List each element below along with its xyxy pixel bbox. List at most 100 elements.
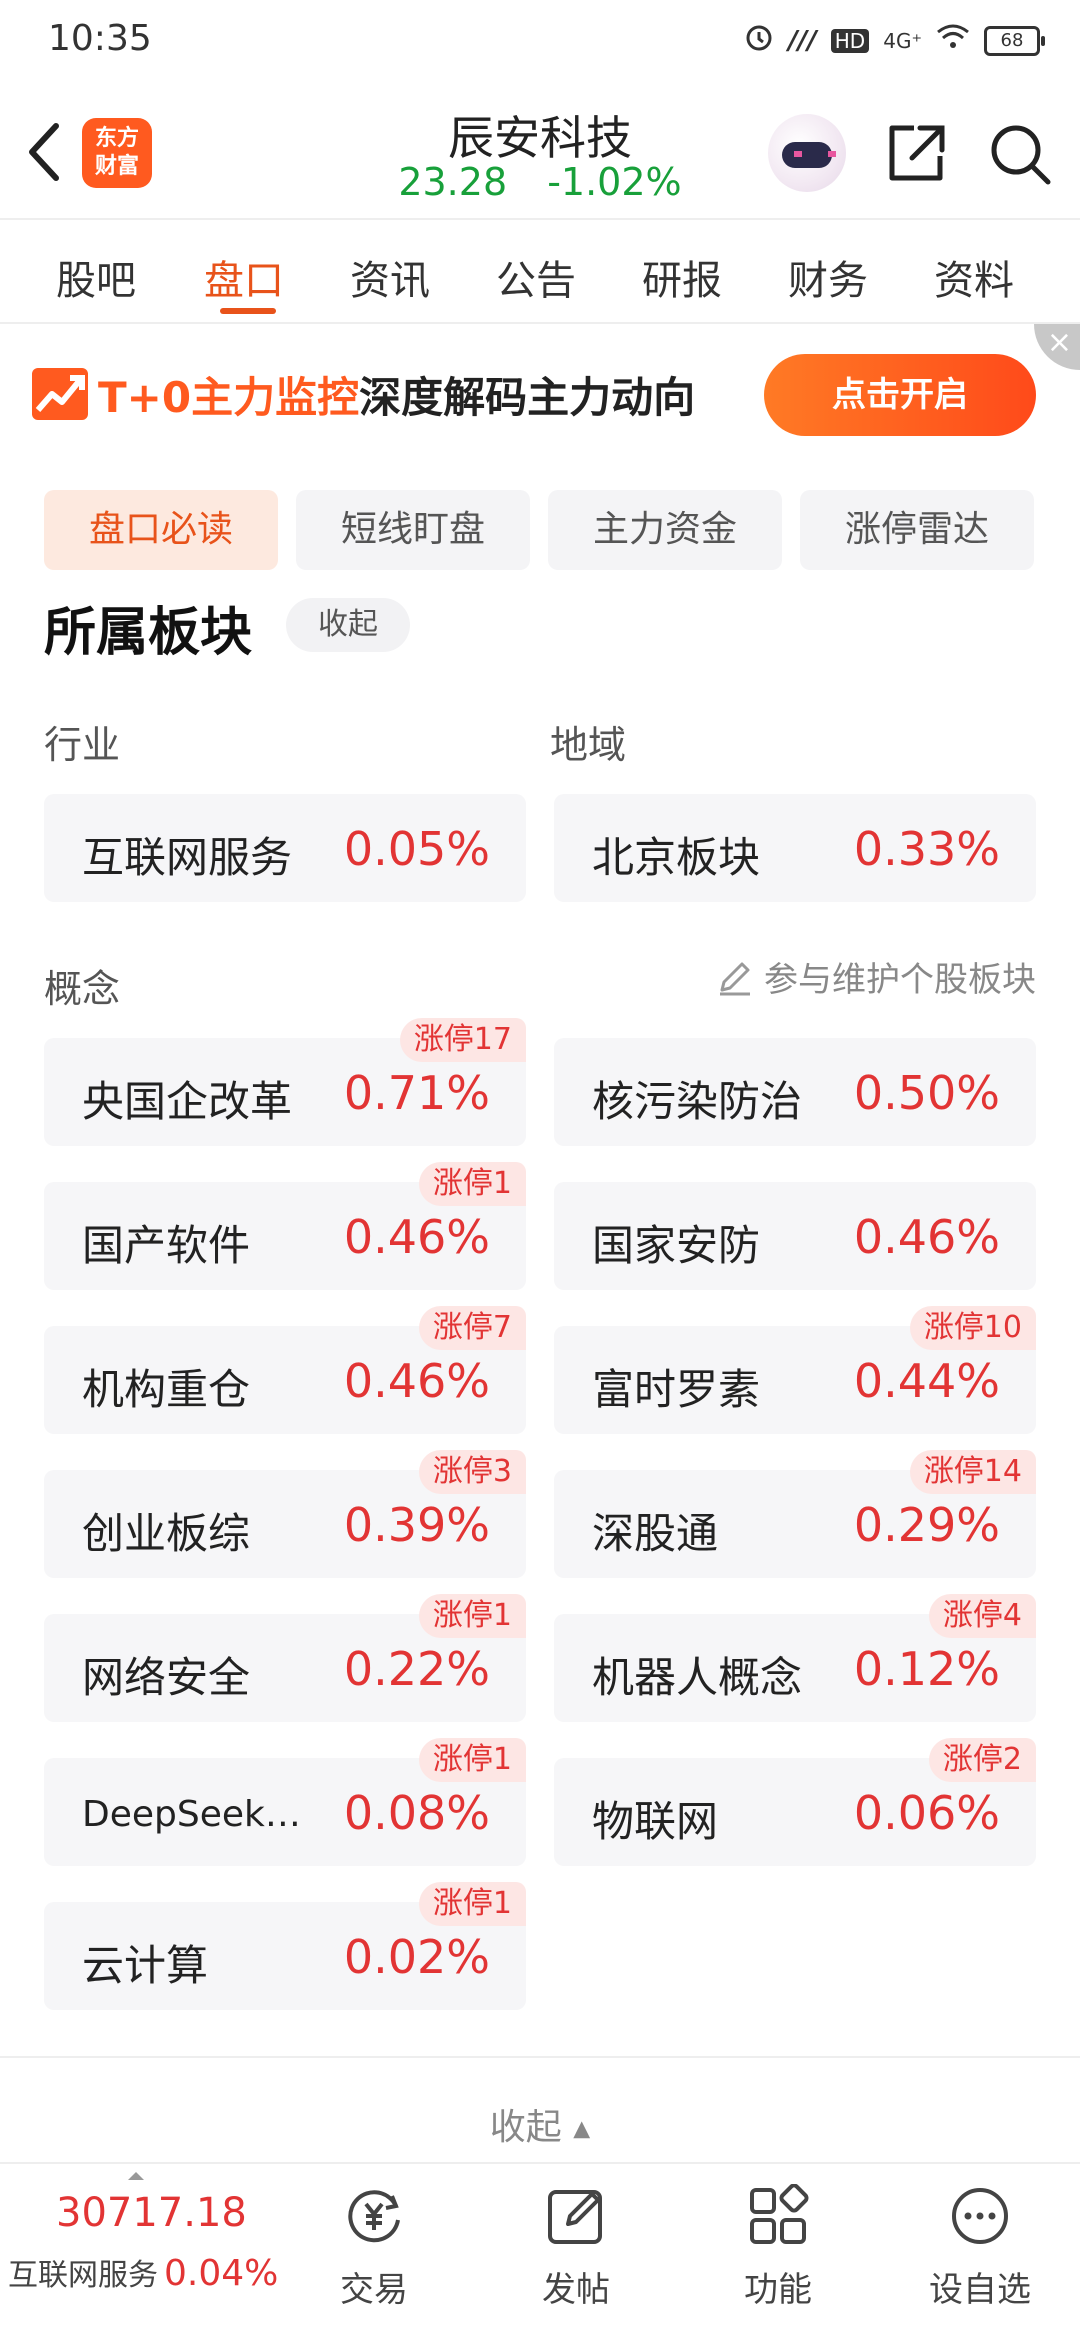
concept-card[interactable]: 涨停17 央国企改革 0.71% [44, 1018, 526, 1146]
card-pct: 0.50% [853, 1066, 1000, 1120]
card-pct: 0.44% [853, 1354, 1000, 1408]
card-name: 互联网服务 [82, 833, 293, 882]
industry-card[interactable]: 互联网服务 0.05% [44, 794, 526, 902]
signal-bars-icon: /// [788, 25, 817, 56]
ai-assistant-avatar[interactable] [768, 114, 846, 192]
concept-card[interactable]: 涨停1 DeepSeek… 0.08% [44, 1738, 526, 1866]
tab-research[interactable]: 研报 [642, 248, 722, 306]
banner-open-button[interactable]: 点击开启 [764, 354, 1036, 436]
main-tabs: 股吧 盘口 资讯 公告 研报 财务 资料 [0, 220, 1080, 324]
limit-up-badge: 涨停14 [909, 1450, 1036, 1494]
bottom-bar: 30717.18 互联网服务 0.04% 交易 发帖 功能 设自选 [0, 2162, 1080, 2340]
subtab-must-read[interactable]: 盘口必读 [44, 490, 278, 570]
stock-change-pct: -1.02% [547, 160, 682, 204]
collapse-bottom-button[interactable]: 收起 ▲ [0, 2098, 1080, 2150]
index-pct: 0.04% [164, 2253, 279, 2294]
card-name: 央国企改革 [82, 1077, 293, 1126]
region-card[interactable]: 北京板块 0.33% [554, 794, 1036, 902]
caret-up-icon: ▲ [573, 2116, 591, 2142]
tab-pankou[interactable]: 盘口 [204, 248, 284, 306]
card-pct: 0.71% [343, 1066, 490, 1120]
tab-announcements[interactable]: 公告 [496, 248, 576, 306]
card-name: 北京板块 [592, 833, 761, 882]
limit-up-badge: 涨停3 [418, 1450, 526, 1494]
subtab-short-term[interactable]: 短线盯盘 [296, 490, 530, 570]
card-pct: 0.05% [343, 822, 490, 876]
banner-close-button[interactable]: × [1034, 324, 1080, 370]
region-label: 地域 [550, 723, 627, 767]
card-name: 云计算 [82, 1941, 209, 1990]
card-pct: 0.33% [853, 822, 1000, 876]
card-name: 富时罗素 [592, 1365, 761, 1414]
card-name: 创业板综 [82, 1509, 251, 1558]
card-pct: 0.02% [343, 1930, 490, 1984]
concept-card[interactable]: 涨停10 富时罗素 0.44% [554, 1306, 1036, 1434]
limit-up-badge: 涨停1 [418, 1882, 526, 1926]
card-name: DeepSeek… [82, 1794, 301, 1835]
index-value[interactable]: 30717.18 [56, 2190, 247, 2236]
card-pct: 0.29% [853, 1498, 1000, 1552]
add-watchlist-button[interactable]: 设自选 [900, 2184, 1060, 2311]
caret-up-icon [128, 2172, 144, 2180]
concept-card[interactable]: 核污染防治 0.50% [554, 1038, 1036, 1146]
card-pct: 0.46% [853, 1210, 1000, 1264]
grid-icon [746, 2183, 810, 2248]
concept-card[interactable]: 涨停4 机器人概念 0.12% [554, 1594, 1036, 1722]
limit-up-badge: 涨停1 [418, 1594, 526, 1638]
status-bar: 10:35 /// HD 4G⁺ 68 [0, 0, 1080, 84]
concept-card[interactable]: 涨停7 机构重仓 0.46% [44, 1306, 526, 1434]
tab-profile[interactable]: 资料 [934, 248, 1014, 306]
card-name: 机构重仓 [82, 1365, 251, 1414]
more-icon [948, 2184, 1012, 2248]
divider [0, 2056, 1080, 2058]
card-name: 物联网 [592, 1797, 719, 1846]
limit-up-badge: 涨停1 [418, 1162, 526, 1206]
concept-card[interactable]: 涨停1 国产软件 0.46% [44, 1162, 526, 1290]
concept-card[interactable]: 国家安防 0.46% [554, 1182, 1036, 1290]
tab-guba[interactable]: 股吧 [56, 248, 136, 306]
card-pct: 0.46% [343, 1210, 490, 1264]
card-name: 核污染防治 [592, 1077, 803, 1126]
status-icons: /// HD 4G⁺ 68 [744, 22, 1045, 59]
section-title: 所属板块 [44, 603, 253, 663]
section-collapse-button[interactable]: 收起 [286, 598, 410, 652]
edit-icon [720, 962, 750, 995]
search-icon[interactable] [988, 122, 1052, 186]
maintain-sectors-link[interactable]: 参与维护个股板块 [716, 952, 1036, 1001]
index-name: 互联网服务 [8, 2258, 158, 2293]
concept-card[interactable]: 涨停1 云计算 0.02% [44, 1882, 526, 2010]
promo-banner[interactable]: T+0主力监控深度解码主力动向 点击开启 × [0, 324, 1080, 460]
card-pct: 0.46% [343, 1354, 490, 1408]
post-button[interactable]: 发帖 [496, 2184, 656, 2311]
alarm-icon [744, 22, 774, 59]
wifi-icon [936, 23, 970, 58]
card-pct: 0.12% [853, 1642, 1000, 1696]
card-name: 机器人概念 [592, 1653, 803, 1702]
trade-icon [342, 2184, 406, 2248]
network-icon: 4G⁺ [883, 28, 922, 53]
concept-label: 概念 [44, 967, 121, 1011]
trend-up-icon [30, 366, 90, 426]
compose-icon [544, 2184, 608, 2248]
card-name: 深股通 [592, 1509, 719, 1558]
tab-finance[interactable]: 财务 [788, 248, 868, 306]
card-name: 网络安全 [82, 1653, 251, 1702]
function-button[interactable]: 功能 [698, 2183, 858, 2311]
subtab-main-funds[interactable]: 主力资金 [548, 490, 782, 570]
concept-card[interactable]: 涨停2 物联网 0.06% [554, 1738, 1036, 1866]
concept-card[interactable]: 涨停1 网络安全 0.22% [44, 1594, 526, 1722]
index-row[interactable]: 互联网服务 0.04% [8, 2250, 278, 2294]
share-icon[interactable] [884, 122, 948, 186]
tab-news[interactable]: 资讯 [350, 248, 430, 306]
concept-card[interactable]: 涨停3 创业板综 0.39% [44, 1450, 526, 1578]
subtab-limit-up-radar[interactable]: 涨停雷达 [800, 490, 1034, 570]
limit-up-badge: 涨停1 [418, 1738, 526, 1782]
card-pct: 0.39% [343, 1498, 490, 1552]
banner-text: T+0主力监控深度解码主力动向 [98, 373, 696, 422]
card-name: 国产软件 [82, 1221, 251, 1270]
status-time: 10:35 [48, 18, 152, 59]
stock-price: 23.28 [398, 160, 508, 204]
trade-button[interactable]: 交易 [294, 2184, 454, 2311]
card-pct: 0.06% [853, 1786, 1000, 1840]
concept-card[interactable]: 涨停14 深股通 0.29% [554, 1450, 1036, 1578]
